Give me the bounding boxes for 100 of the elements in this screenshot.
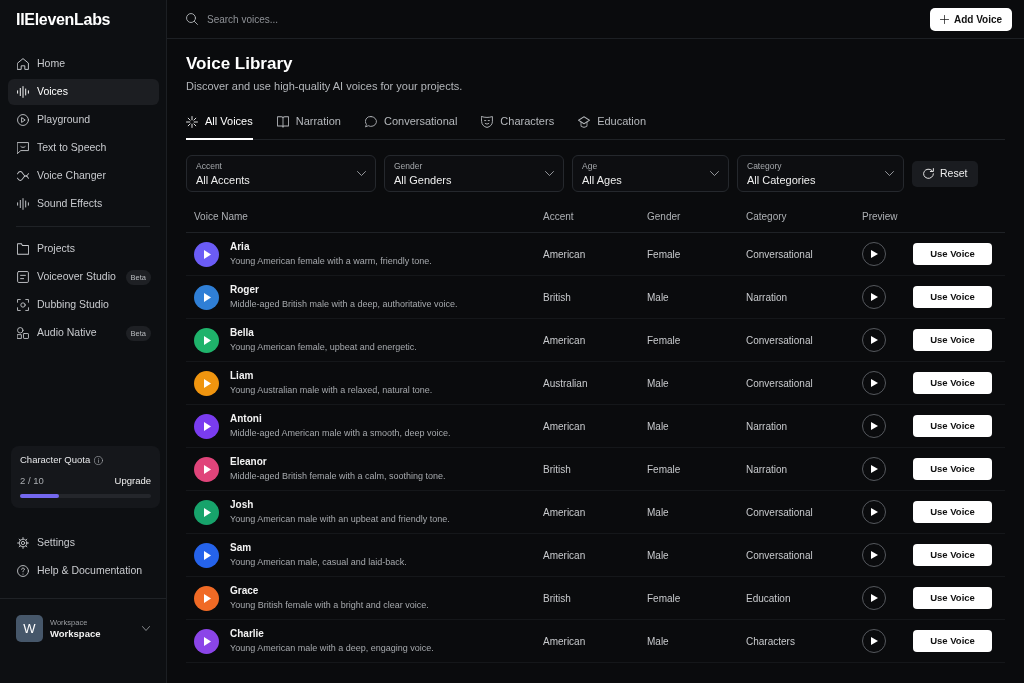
tab[interactable]: Characters	[481, 108, 555, 140]
book-icon	[276, 115, 289, 128]
voice-name: Sam	[230, 542, 253, 554]
use-voice-button[interactable]: Use Voice	[913, 630, 992, 652]
table-cell-text: Male	[647, 290, 669, 305]
table-cell-text: Female	[647, 247, 681, 262]
voice-name: Aria	[230, 241, 251, 253]
tab[interactable]: Education	[578, 108, 647, 140]
voice-description: Young American male with a deep, engaging voice.	[230, 643, 434, 654]
waveform-icon	[17, 86, 29, 98]
play-icon	[870, 551, 878, 559]
voice-description: Young British female with a bright and clear voice.	[230, 600, 429, 611]
table-cell-text: Male	[647, 376, 669, 391]
play-disc-icon[interactable]	[194, 370, 219, 396]
upgrade-link[interactable]: Upgrade	[114, 475, 151, 486]
filter-dropdown[interactable]: Gender All Genders	[384, 155, 564, 192]
voice-description: Young Australian male with a relaxed, natural tone.	[230, 385, 433, 396]
table-cell-text: Conversational	[746, 376, 813, 391]
table-cell-text: Conversational	[746, 247, 813, 262]
table-cell-text: British	[543, 462, 571, 477]
play-disc-icon[interactable]	[194, 327, 219, 353]
play-icon	[870, 637, 878, 645]
tab[interactable]: Conversational	[364, 108, 458, 140]
use-voice-button[interactable]: Use Voice	[913, 458, 992, 480]
focus-frame-icon	[17, 299, 29, 311]
search-field[interactable]: Search voices...	[207, 11, 367, 27]
speech-bubble-icon	[364, 115, 377, 128]
column-header: Voice Name	[194, 209, 248, 224]
play-disc-icon[interactable]	[194, 456, 219, 482]
use-voice-button[interactable]: Use Voice	[913, 286, 992, 308]
nav-item[interactable]: Help & Documentation	[8, 558, 159, 584]
use-voice-button[interactable]: Use Voice	[913, 243, 992, 265]
search-icon	[186, 13, 198, 25]
folder-icon	[17, 243, 29, 255]
chevron-down-icon	[710, 171, 719, 176]
tab[interactable]: All Voices	[186, 108, 253, 140]
nav-item[interactable]: Playground	[8, 107, 159, 133]
help-icon	[17, 565, 29, 577]
info-icon	[94, 455, 104, 465]
voice-description: Young American male with an upbeat and friendly tone.	[230, 514, 450, 525]
play-icon	[870, 594, 878, 602]
use-voice-button[interactable]: Use Voice	[913, 329, 992, 351]
use-voice-button[interactable]: Use Voice	[913, 587, 992, 609]
column-header: Preview	[862, 209, 898, 224]
nav-item[interactable]: Voices	[8, 79, 159, 105]
chevron-down-icon[interactable]	[142, 626, 150, 631]
filter-dropdown[interactable]: Category All Categories	[737, 155, 904, 192]
add-voice-button[interactable]: Add Voice	[930, 7, 1012, 31]
column-header: Accent	[543, 209, 574, 224]
filter-dropdown[interactable]: Accent All Accents	[186, 155, 376, 192]
initial-avatar[interactable]: W	[16, 615, 43, 642]
play-icon	[870, 465, 878, 473]
column-header: Gender	[647, 209, 681, 224]
use-voice-button[interactable]: Use Voice	[913, 544, 992, 566]
page-subtitle: Discover and use high-quality AI voices for your projects.	[186, 79, 464, 93]
use-voice-button[interactable]: Use Voice	[913, 501, 992, 523]
nav-item[interactable]: Voice Changer	[8, 163, 159, 189]
message-icon	[17, 142, 29, 154]
play-disc-icon[interactable]	[194, 628, 219, 654]
voice-name: Grace	[230, 585, 260, 597]
voice-name: Roger	[230, 284, 260, 296]
table-cell-text: Australian	[543, 376, 588, 391]
wave-icon	[17, 170, 29, 182]
tab[interactable]: Narration	[276, 108, 341, 140]
table-cell-text: American	[543, 333, 586, 348]
play-circle-icon	[17, 114, 29, 126]
nav-item[interactable]: Sound Effects	[8, 191, 159, 217]
play-disc-icon[interactable]	[194, 542, 219, 568]
mask-icon	[481, 115, 494, 128]
play-icon	[870, 293, 878, 301]
reset-button[interactable]: Reset	[912, 160, 979, 187]
play-disc-icon[interactable]	[194, 585, 219, 611]
table-cell-text: British	[543, 591, 571, 606]
quota-title: Character Quota	[20, 454, 91, 466]
table-cell-text: American	[543, 247, 586, 262]
home-icon	[17, 58, 29, 70]
play-disc-icon[interactable]	[194, 284, 219, 310]
chevron-down-icon	[357, 171, 366, 176]
table-cell-text: Female	[647, 333, 681, 348]
nav-item[interactable]: Settings	[8, 530, 159, 556]
play-disc-icon[interactable]	[194, 241, 219, 267]
play-disc-icon[interactable]	[194, 499, 219, 525]
voice-description: Young American female with a warm, friendly tone.	[230, 256, 432, 267]
play-disc-icon[interactable]	[194, 413, 219, 439]
use-voice-button[interactable]: Use Voice	[913, 415, 992, 437]
voice-description: Middle-aged British female with a calm, soothing tone.	[230, 471, 446, 482]
table-cell-text: Conversational	[746, 548, 813, 563]
voice-name: Liam	[230, 370, 255, 382]
table-cell-text: American	[543, 634, 586, 649]
use-voice-button[interactable]: Use Voice	[913, 372, 992, 394]
nav-item[interactable]: Home	[8, 51, 159, 77]
nav-item[interactable]: Text to Speech	[8, 135, 159, 161]
play-icon	[870, 336, 878, 344]
filter-dropdown[interactable]: Age All Ages	[572, 155, 729, 192]
nav-item[interactable]: Projects	[8, 236, 159, 262]
play-icon	[870, 379, 878, 387]
table-cell-text: Male	[647, 419, 669, 434]
workspace-name[interactable]: Workspace	[50, 627, 101, 640]
play-icon	[870, 250, 878, 258]
nav-item[interactable]: Dubbing Studio	[8, 292, 159, 318]
